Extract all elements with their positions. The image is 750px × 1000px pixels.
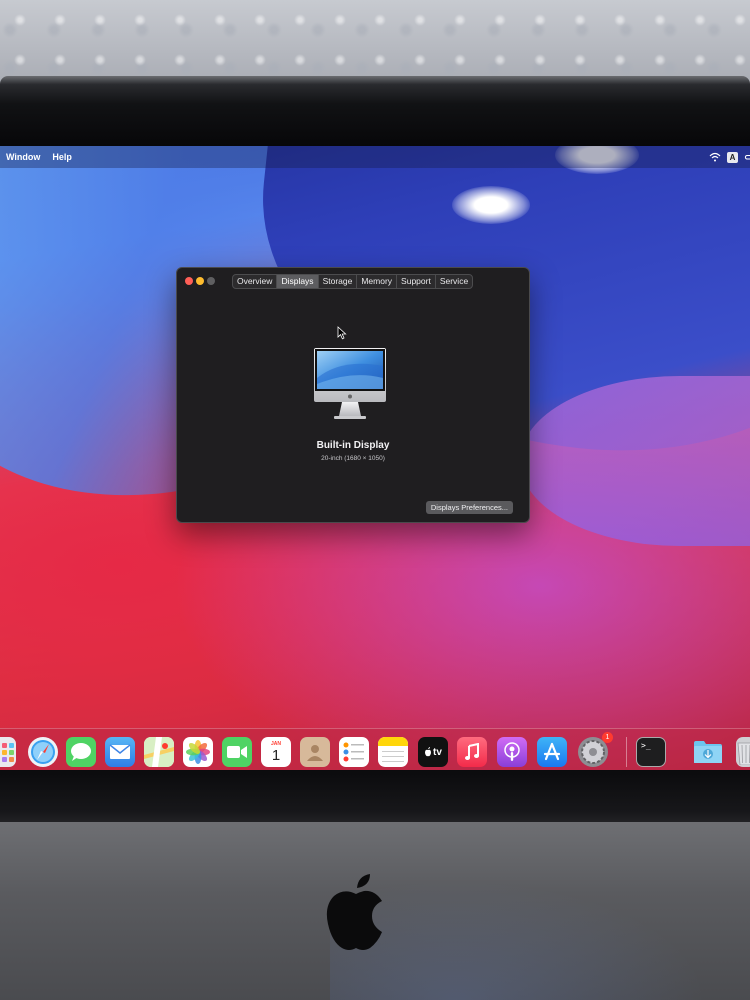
light-glare	[452, 186, 530, 224]
apple-tv-label: tv	[433, 746, 442, 758]
apple-logo-icon	[326, 874, 382, 950]
trash-icon[interactable]	[736, 737, 750, 767]
facetime-icon[interactable]	[222, 737, 252, 767]
menu-bar: Window Help A ⊂	[0, 146, 750, 168]
tab-support[interactable]: Support	[397, 275, 436, 288]
close-button[interactable]	[185, 277, 193, 285]
messages-icon[interactable]	[66, 737, 96, 767]
terminal-prompt: >_	[641, 741, 651, 750]
terminal-icon[interactable]: >_	[636, 737, 666, 767]
downloads-folder-icon[interactable]	[693, 737, 723, 767]
tab-displays[interactable]: Displays	[277, 275, 319, 288]
menu-help[interactable]: Help	[52, 152, 72, 162]
mouse-cursor-icon	[337, 326, 347, 340]
window-titlebar[interactable]: Overview Displays Storage Memory Support…	[177, 268, 529, 294]
display-name: Built-in Display	[316, 440, 390, 451]
tab-storage[interactable]: Storage	[319, 275, 358, 288]
notification-badge: 1	[602, 732, 613, 743]
imac-display-icon	[314, 348, 386, 419]
status-area: A ⊂	[709, 146, 750, 168]
tab-memory[interactable]: Memory	[357, 275, 398, 288]
app-store-icon[interactable]	[537, 737, 567, 767]
wifi-icon[interactable]	[709, 152, 721, 162]
minimize-button[interactable]	[196, 277, 204, 285]
calendar-icon[interactable]: JAN 1	[261, 737, 291, 767]
photos-icon[interactable]	[183, 737, 213, 767]
tab-service[interactable]: Service	[436, 275, 472, 288]
monitor-bezel-top	[0, 76, 750, 146]
tab-bar: Overview Displays Storage Memory Support…	[232, 274, 474, 289]
music-icon[interactable]	[457, 737, 487, 767]
input-source-icon[interactable]: A	[727, 151, 738, 163]
reminders-icon[interactable]	[339, 737, 369, 767]
menu-window[interactable]: Window	[6, 152, 40, 162]
dock-divider	[626, 737, 627, 767]
apple-tv-icon[interactable]: tv	[418, 737, 448, 767]
zoom-button[interactable]	[207, 277, 215, 285]
launchpad-icon[interactable]	[0, 737, 16, 767]
safari-icon[interactable]	[28, 737, 58, 767]
calendar-day: 1	[271, 746, 281, 764]
tab-overview[interactable]: Overview	[233, 275, 278, 288]
monitor-bezel-bottom	[0, 770, 750, 830]
maps-icon[interactable]	[144, 737, 174, 767]
control-center-icon[interactable]: ⊂	[744, 152, 750, 163]
mail-icon[interactable]	[105, 737, 135, 767]
displays-preferences-button[interactable]: Displays Preferences...	[425, 501, 513, 514]
podcasts-icon[interactable]	[497, 737, 527, 767]
desktop-screen: Window Help A ⊂ Overview Displays Storag…	[0, 146, 750, 776]
contacts-icon[interactable]	[300, 737, 330, 767]
dock: JAN 1 tv 1 >_	[0, 728, 750, 772]
about-this-mac-window: Overview Displays Storage Memory Support…	[176, 267, 530, 523]
display-resolution: 20-inch (1680 × 1050)	[321, 455, 385, 462]
notes-icon[interactable]	[378, 737, 408, 767]
